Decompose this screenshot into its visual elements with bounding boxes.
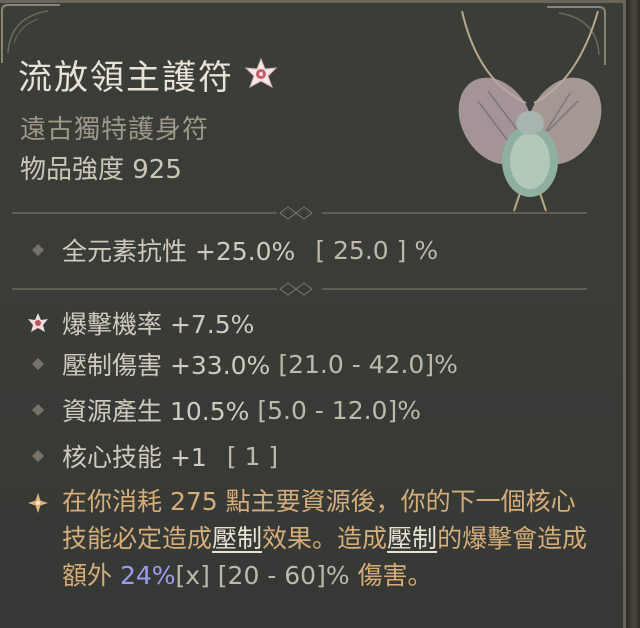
- item-type: 遠古獨特護身符: [20, 115, 210, 145]
- legendary-aspect: 在你消耗 275 點主要資源後，你的下一個核心技能必定造成壓制效果。造成壓制的爆…: [26, 483, 591, 594]
- diamond-bullet-icon: [32, 404, 44, 416]
- section-divider: [12, 282, 587, 296]
- stat-label: 全元素抗性 +25.0%: [62, 237, 296, 266]
- item-name: 流放領主護符: [18, 57, 234, 98]
- stat-label: 壓制傷害 +33.0%: [62, 351, 271, 380]
- item-power: 物品強度 925: [20, 155, 182, 185]
- stat-range: [ 1 ]: [226, 441, 279, 471]
- section-divider: [12, 206, 587, 220]
- aspect-text-part: 傷害。: [349, 561, 433, 590]
- aspect-description: 在你消耗 275 點主要資源後，你的下一個核心技能必定造成壓制效果。造成壓制的爆…: [62, 483, 591, 594]
- stat-row: 爆擊機率 +7.5%: [26, 305, 254, 341]
- star-bullet-icon: [28, 313, 48, 332]
- diamond-bullet-icon: [32, 358, 44, 370]
- item-tooltip: 流放領主護符 遠古獨特護身符 物品強度 925 全元素抗性 +25.0% [2…: [0, 0, 626, 628]
- stat-range: [21.0 - 42.0]%: [278, 349, 458, 379]
- stat-row: 資源產生 10.5% [5.0 - 12.0]%: [26, 392, 421, 428]
- stat-range: [ 25.0 ] %: [315, 235, 439, 265]
- keyword-link[interactable]: 壓制: [387, 524, 437, 553]
- stat-label: 資源產生 10.5%: [62, 397, 250, 426]
- amulet-beetle-icon: [458, 11, 602, 212]
- title-row: 流放領主護符: [18, 49, 278, 99]
- stat-label: 核心技能 +1: [62, 443, 207, 472]
- aspect-range: [20 - 60]%: [209, 561, 350, 590]
- diamond-bullet-icon: [32, 244, 44, 256]
- stat-label: 爆擊機率 +7.5%: [62, 310, 255, 339]
- aspect-value: 24%: [119, 561, 176, 590]
- diamond-bullet-icon: [32, 450, 44, 462]
- stat-row: 壓制傷害 +33.0% [21.0 - 42.0]%: [26, 346, 458, 382]
- aspect-bullet-icon: [28, 493, 48, 513]
- unique-star-icon: [244, 57, 278, 89]
- stat-row: 全元素抗性 +25.0% [ 25.0 ] %: [26, 232, 438, 268]
- aspect-multiplier-tag: [x]: [175, 561, 210, 590]
- keyword-link[interactable]: 壓制: [212, 524, 262, 553]
- stat-row: 核心技能 +1 [ 1 ]: [26, 438, 278, 474]
- frame-edge: [626, 0, 640, 628]
- stat-range: [5.0 - 12.0]%: [257, 395, 421, 425]
- aspect-text-part: 效果。造成: [262, 524, 388, 553]
